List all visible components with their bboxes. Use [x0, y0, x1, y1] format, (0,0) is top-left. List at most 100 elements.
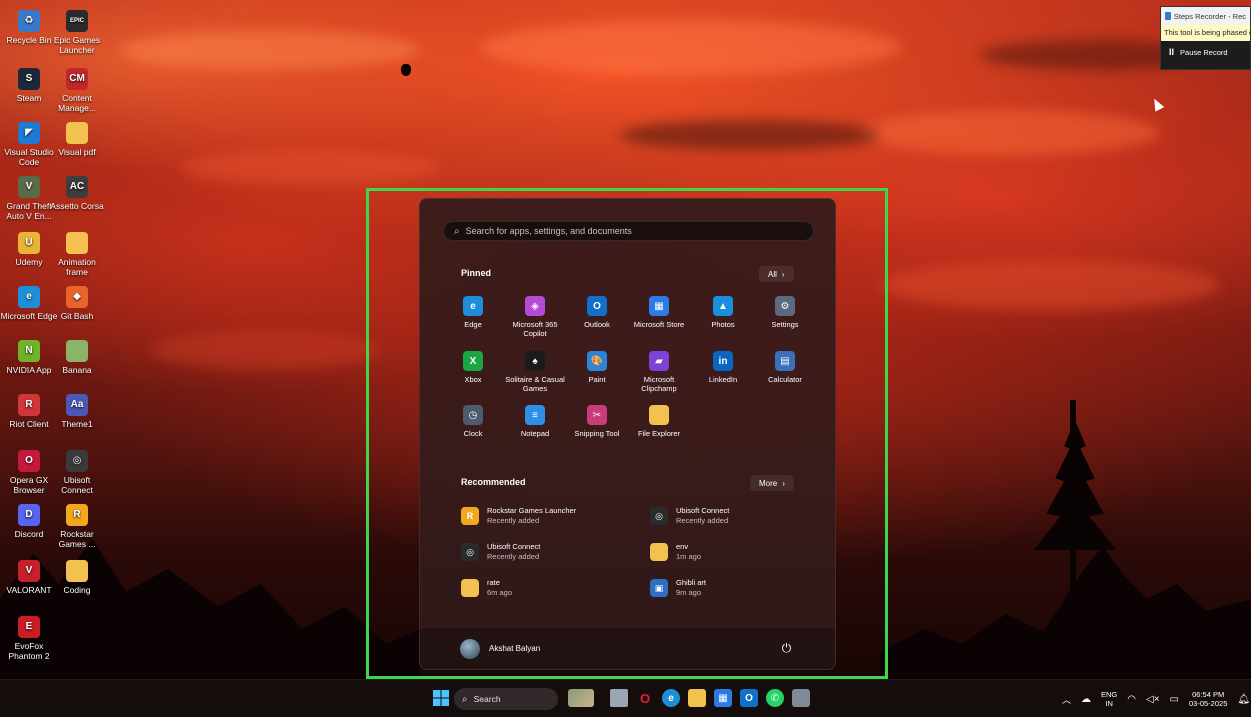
desktop-icon[interactable]: Coding: [48, 560, 106, 595]
recommended-item-subtitle: 9m ago: [676, 588, 702, 597]
chevron-up-icon[interactable]: ︿: [1062, 693, 1071, 706]
language-indicator[interactable]: ENG IN: [1101, 690, 1117, 708]
pinned-app[interactable]: ◷ Clock: [442, 405, 504, 438]
edge-icon[interactable]: e: [662, 689, 680, 707]
app-icon: [66, 560, 88, 582]
pinned-app[interactable]: ≡ Notepad: [504, 405, 566, 438]
recommended-item-name: Ubisoft Connect: [676, 506, 730, 515]
app-icon: R: [66, 504, 88, 526]
language-top: ENG: [1101, 690, 1118, 699]
recommended-item[interactable]: rate 6m ago: [461, 576, 636, 600]
desktop-icon[interactable]: R Rockstar Games ...: [48, 504, 106, 549]
pinned-app[interactable]: ▦ Microsoft Store: [628, 296, 690, 329]
pinned-app-label: Clock: [463, 429, 483, 438]
app-icon: AC: [66, 176, 88, 198]
taskbar-search-box[interactable]: ⌕ Search: [454, 688, 558, 710]
pinned-app[interactable]: ▤ Calculator: [754, 351, 816, 384]
desktop-icon[interactable]: ◎ Ubisoft Connect: [48, 450, 106, 495]
pinned-app-label: Edge: [464, 320, 482, 329]
pause-record-button[interactable]: II Pause Record: [1161, 41, 1250, 63]
app-icon: e: [18, 286, 40, 308]
desktop-icon[interactable]: Banana: [48, 340, 106, 375]
bird-silhouette: [401, 64, 411, 76]
desktop-icon[interactable]: EPIC Epic Games Launcher: [48, 10, 106, 55]
steps-recorder-title: Steps Recorder - Rec: [1173, 11, 1246, 21]
app-icon: N: [18, 340, 40, 362]
user-name[interactable]: Akshat Balyan: [489, 644, 540, 653]
pinned-app[interactable]: e Edge: [442, 296, 504, 329]
pinned-app[interactable]: X Xbox: [442, 351, 504, 384]
start-search-input[interactable]: ⌕ Search for apps, settings, and documen…: [443, 221, 814, 241]
recommended-title: Recommended: [461, 477, 526, 487]
more-label: More: [759, 478, 778, 488]
pinned-app[interactable]: ♠ Solitaire & Casual Games: [504, 351, 566, 393]
recommended-item-text: Rockstar Games Launcher Recently added: [487, 506, 576, 526]
app-icon: ◎: [66, 450, 88, 472]
desktop-icon-label: Ubisoft Connect: [61, 475, 93, 495]
desktop-icon-label: Animation frame: [58, 257, 96, 277]
pinned-app[interactable]: ⚙ Settings: [754, 296, 816, 329]
recommended-item[interactable]: R Rockstar Games Launcher Recently added: [461, 504, 636, 528]
app-icon: ◷: [463, 405, 483, 425]
microsoft-store-icon[interactable]: ▦: [714, 689, 732, 707]
app-icon: X: [463, 351, 483, 371]
volume-icon[interactable]: ◁×: [1146, 694, 1160, 705]
pinned-app-label: File Explorer: [637, 429, 681, 438]
task-view-icon[interactable]: [610, 689, 628, 707]
desktop-icon[interactable]: E EvoFox Phantom 2: [0, 616, 58, 661]
pinned-app-label: LinkedIn: [708, 375, 738, 384]
start-menu-footer: Akshat Balyan: [420, 627, 835, 669]
recommended-item[interactable]: ◎ Ubisoft Connect Recently added: [461, 540, 636, 564]
pinned-app[interactable]: O Outlook: [566, 296, 628, 329]
search-icon: ⌕: [462, 693, 468, 705]
pinned-app[interactable]: ◈ Microsoft 365 Copilot: [504, 296, 566, 338]
wifi-icon[interactable]: ◠: [1127, 694, 1136, 705]
pinned-app[interactable]: ▰ Microsoft Clipchamp: [628, 351, 690, 393]
recommended-item-name: Rockstar Games Launcher: [487, 506, 577, 515]
app-icon: V: [18, 560, 40, 582]
app-icon: E: [18, 616, 40, 638]
avatar[interactable]: [460, 638, 480, 659]
steps-recorder-taskbar-icon[interactable]: [792, 689, 810, 707]
pinned-app[interactable]: in LinkedIn: [692, 351, 754, 384]
recommended-item-icon: [650, 543, 668, 561]
power-button[interactable]: ⏻: [780, 642, 793, 655]
recommended-item[interactable]: ▣ Ghibli art 9m ago: [650, 576, 825, 600]
clock[interactable]: 06:54 PM 03-05-2025: [1189, 690, 1227, 708]
desktop-icon[interactable]: Visual pdf: [48, 122, 106, 157]
pinned-app-label: Microsoft Clipchamp: [641, 375, 677, 393]
more-button[interactable]: More ›: [750, 475, 794, 491]
steps-recorder-window[interactable]: Steps Recorder - Rec This tool is being …: [1160, 6, 1251, 70]
opera-gx-icon[interactable]: O: [636, 689, 654, 707]
steps-recorder-titlebar[interactable]: Steps Recorder - Rec: [1161, 7, 1250, 25]
recommended-item[interactable]: env 1m ago: [650, 540, 825, 564]
pinned-app[interactable]: 🎨 Paint: [566, 351, 628, 384]
whatsapp-icon[interactable]: ✆: [766, 689, 784, 707]
pinned-app[interactable]: ▲ Photos: [692, 296, 754, 329]
desktop-icon[interactable]: AC Assetto Corsa: [48, 176, 106, 211]
pinned-app[interactable]: ✂ Snipping Tool: [566, 405, 628, 438]
recommended-item[interactable]: ◎ Ubisoft Connect Recently added: [650, 504, 825, 528]
language-bottom: IN: [1105, 699, 1113, 708]
cloud-icon[interactable]: ☁: [1081, 694, 1091, 705]
desktop-icon[interactable]: Animation frame: [48, 232, 106, 277]
desktop-icon-label: Content Manage...: [58, 93, 96, 113]
desktop-icon[interactable]: Aa Theme1: [48, 394, 106, 429]
taskbar: ⌕ Search O e ▦ O ✆ ︿ ☁ ENG IN ◠ ◁× ▭ 06:…: [0, 679, 1251, 717]
desktop-icon[interactable]: ◆ Git Bash: [48, 286, 106, 321]
start-button[interactable]: [432, 689, 450, 707]
outlook-icon[interactable]: O: [740, 689, 758, 707]
steps-recorder-notice: This tool is being phased o: [1161, 25, 1250, 41]
app-icon: ◈: [525, 296, 545, 316]
desktop-icon[interactable]: CM Content Manage...: [48, 68, 106, 113]
app-icon: 🎨: [587, 351, 607, 371]
file-explorer-icon[interactable]: [688, 689, 706, 707]
all-apps-button[interactable]: All ›: [759, 266, 794, 282]
steps-recorder-icon: [1165, 12, 1171, 20]
pinned-app[interactable]: File Explorer: [628, 405, 690, 438]
recommended-item-name: rate: [487, 578, 500, 587]
app-icon: U: [18, 232, 40, 254]
notification-bell-icon[interactable]: 🔔︎: [1237, 694, 1250, 705]
battery-icon[interactable]: ▭: [1170, 694, 1179, 705]
widgets-icon[interactable]: [568, 689, 594, 707]
